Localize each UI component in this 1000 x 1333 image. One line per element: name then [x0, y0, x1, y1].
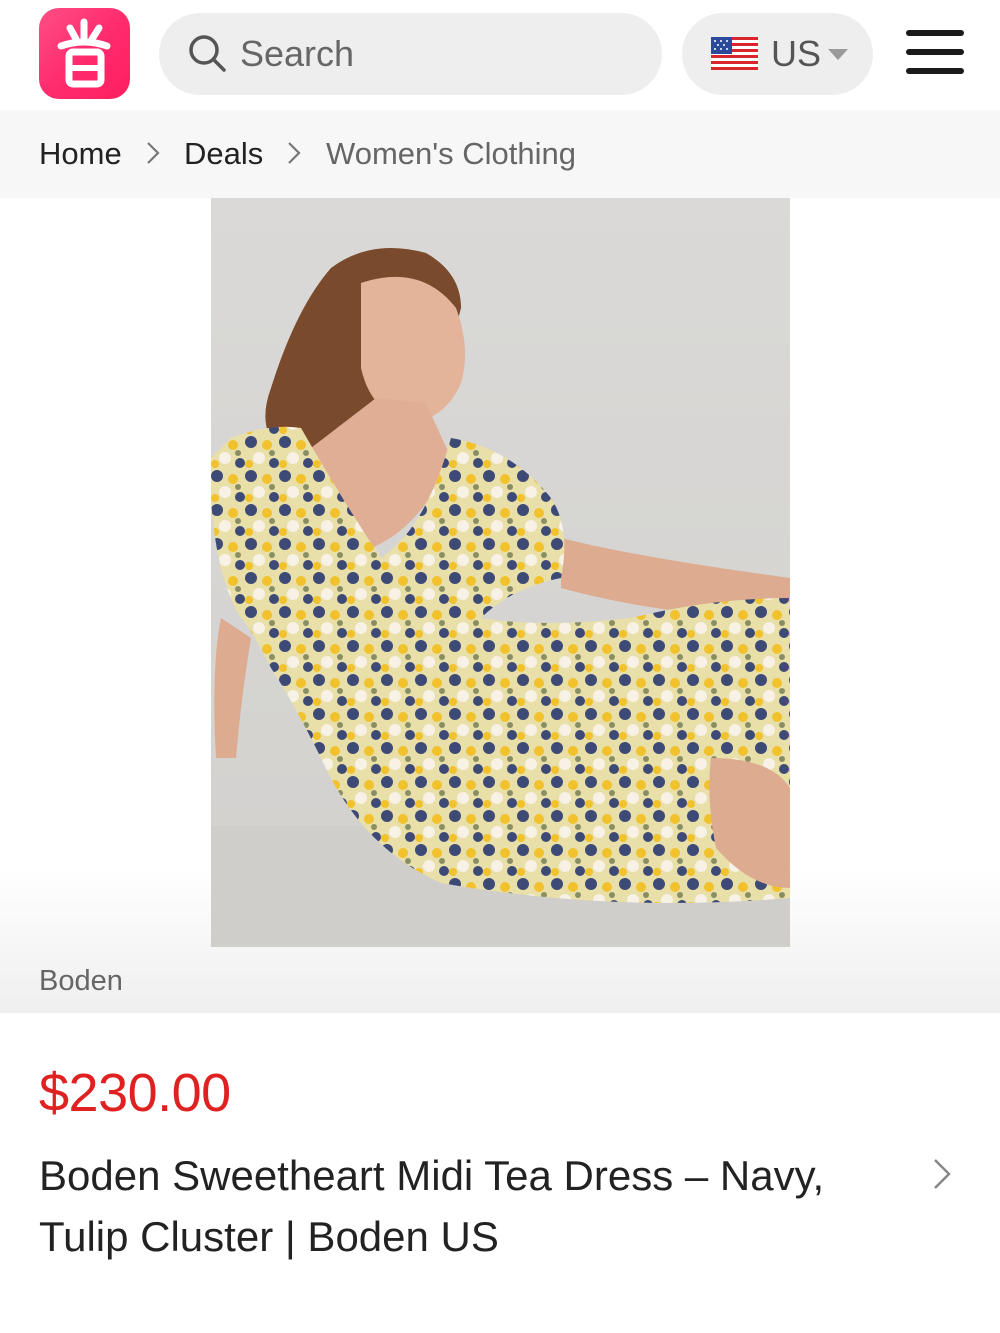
region-selector[interactable]: US: [682, 13, 873, 95]
breadcrumb-home[interactable]: Home: [39, 134, 122, 174]
product-photo[interactable]: [211, 198, 790, 947]
breadcrumb: Home Deals Women's Clothing: [0, 110, 1000, 198]
region-label: US: [771, 33, 822, 74]
search-icon: [189, 35, 226, 72]
breadcrumb-womens-clothing: Women's Clothing: [326, 136, 577, 171]
product-title[interactable]: Boden Sweetheart Midi Tea Dress – Navy, …: [39, 1145, 919, 1267]
chevron-right-icon: [288, 142, 301, 164]
chevron-right-icon: [147, 142, 160, 164]
app-logo-icon[interactable]: [39, 8, 130, 99]
hamburger-menu-icon[interactable]: [906, 30, 964, 76]
caret-down-icon: [828, 49, 848, 60]
product-price: $230.00: [39, 1063, 231, 1123]
us-flag-icon: [711, 37, 758, 70]
chevron-right-icon[interactable]: [933, 1158, 951, 1190]
search-placeholder: Search: [240, 33, 355, 74]
breadcrumb-deals[interactable]: Deals: [184, 134, 263, 174]
top-bar: Search US: [0, 0, 1000, 110]
product-brand: Boden: [39, 965, 123, 997]
product-media: Boden: [0, 198, 1000, 1013]
search-input[interactable]: Search: [159, 13, 662, 95]
